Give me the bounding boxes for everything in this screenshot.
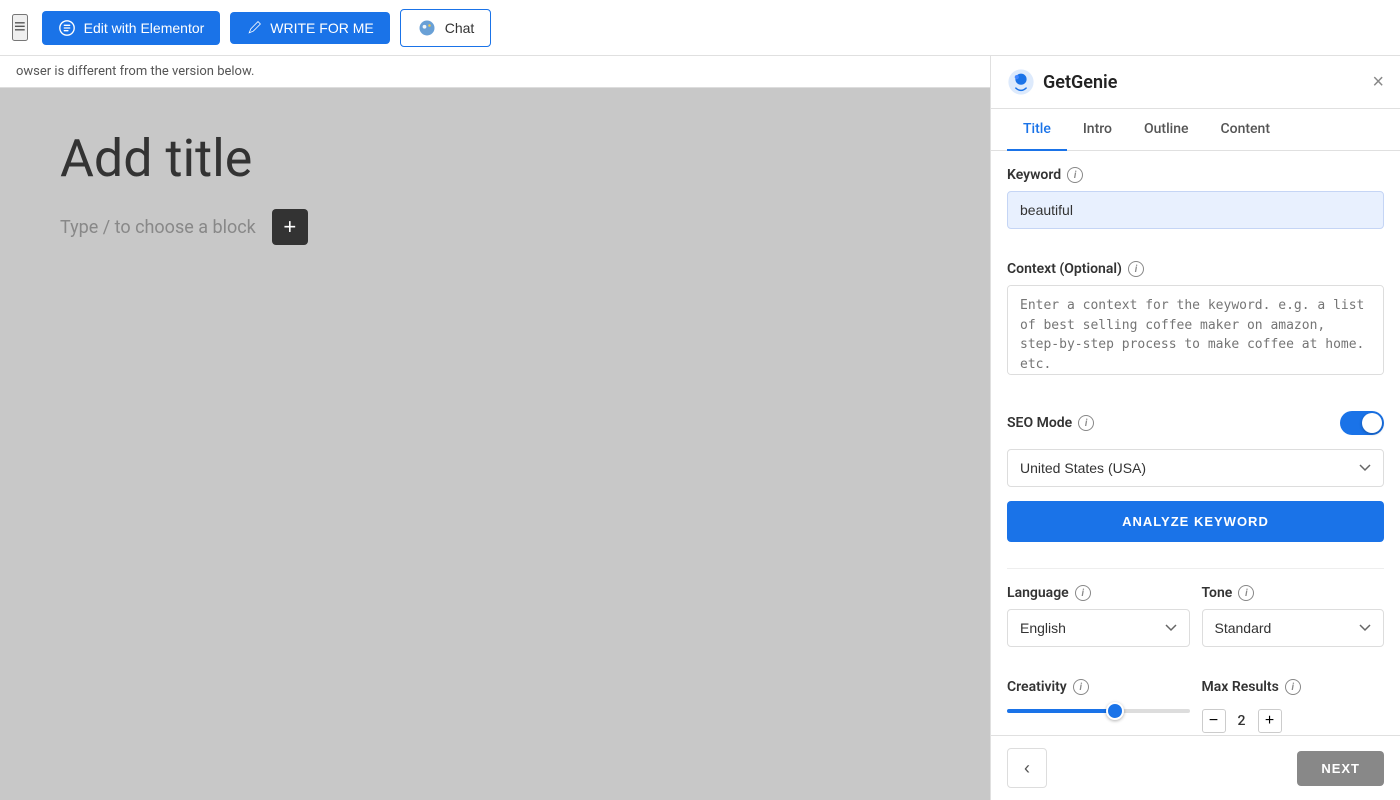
page-title[interactable]: Add title (60, 128, 930, 189)
chat-icon (417, 18, 437, 38)
seo-mode-toggle[interactable] (1340, 411, 1384, 435)
elementor-icon (58, 19, 76, 37)
tone-field-group: Tone i Standard Formal Casual Friendly (1202, 585, 1385, 647)
context-info-icon[interactable]: i (1128, 261, 1144, 277)
max-results-controls: − 2 + (1202, 709, 1385, 733)
chat-button[interactable]: Chat (400, 9, 492, 47)
language-label: Language i (1007, 585, 1190, 601)
back-button[interactable]: ‹ (1007, 748, 1047, 788)
add-block-button[interactable]: + (272, 209, 308, 245)
tone-label: Tone i (1202, 585, 1385, 601)
tab-intro[interactable]: Intro (1067, 109, 1128, 151)
editor-content: Add title Type / to choose a block + (0, 88, 990, 285)
genie-logo: GetGenie (1007, 68, 1117, 96)
max-results-increment[interactable]: + (1258, 709, 1282, 733)
tab-title[interactable]: Title (1007, 109, 1067, 151)
editor-panel: owser is different from the version belo… (0, 56, 990, 800)
genie-close-button[interactable]: × (1372, 71, 1384, 94)
seo-mode-row: SEO Mode i (1007, 411, 1384, 435)
creativity-max-results-row: Creativity i Max Results i − 2 (1007, 679, 1384, 733)
tone-info-icon[interactable]: i (1238, 585, 1254, 601)
keyword-label: Keyword i (1007, 167, 1384, 183)
seo-mode-label: SEO Mode i (1007, 415, 1094, 431)
toolbar: ≡ Edit with Elementor WRITE FOR ME Chat (0, 0, 1400, 56)
next-button[interactable]: NEXT (1297, 751, 1384, 786)
context-field-group: Context (Optional) i (1007, 261, 1384, 395)
keyword-info-icon[interactable]: i (1067, 167, 1083, 183)
genie-panel: GetGenie × Title Intro Outline Content K… (990, 56, 1400, 800)
seo-mode-info-icon[interactable]: i (1078, 415, 1094, 431)
tone-select[interactable]: Standard Formal Casual Friendly (1202, 609, 1385, 647)
max-results-info-icon[interactable]: i (1285, 679, 1301, 695)
genie-tabs: Title Intro Outline Content (991, 109, 1400, 151)
creativity-slider-container (1007, 709, 1190, 713)
genie-header: GetGenie × (991, 56, 1400, 109)
creativity-info-icon[interactable]: i (1073, 679, 1089, 695)
context-label: Context (Optional) i (1007, 261, 1384, 277)
max-results-group: Max Results i − 2 + (1202, 679, 1385, 733)
language-select[interactable]: English Spanish French German (1007, 609, 1190, 647)
genie-logo-icon (1007, 68, 1035, 96)
block-placeholder-text: Type / to choose a block (60, 217, 256, 238)
country-select[interactable]: United States (USA) United Kingdom Canad… (1007, 449, 1384, 487)
write-icon (246, 20, 262, 36)
language-field-group: Language i English Spanish French German (1007, 585, 1190, 647)
editor-notice: owser is different from the version belo… (0, 56, 990, 88)
max-results-label: Max Results i (1202, 679, 1385, 695)
tab-content[interactable]: Content (1205, 109, 1287, 151)
context-textarea[interactable] (1007, 285, 1384, 375)
menu-icon[interactable]: ≡ (12, 14, 28, 41)
creativity-group: Creativity i (1007, 679, 1190, 733)
main-area: owser is different from the version belo… (0, 56, 1400, 800)
language-info-icon[interactable]: i (1075, 585, 1091, 601)
analyze-keyword-button[interactable]: ANALYZE KEYWORD (1007, 501, 1384, 542)
language-tone-row: Language i English Spanish French German… (1007, 585, 1384, 663)
genie-footer: ‹ NEXT (991, 735, 1400, 800)
edit-elementor-button[interactable]: Edit with Elementor (42, 11, 221, 45)
creativity-label: Creativity i (1007, 679, 1190, 695)
write-for-me-button[interactable]: WRITE FOR ME (230, 12, 389, 44)
creativity-slider[interactable] (1007, 709, 1190, 713)
divider (1007, 568, 1384, 569)
genie-body: Keyword i Context (Optional) i SEO Mode … (991, 151, 1400, 735)
keyword-input[interactable] (1007, 191, 1384, 229)
block-placeholder-row: Type / to choose a block + (60, 209, 930, 245)
keyword-field-group: Keyword i (1007, 167, 1384, 245)
max-results-decrement[interactable]: − (1202, 709, 1226, 733)
max-results-value: 2 (1232, 713, 1252, 729)
tab-outline[interactable]: Outline (1128, 109, 1205, 151)
